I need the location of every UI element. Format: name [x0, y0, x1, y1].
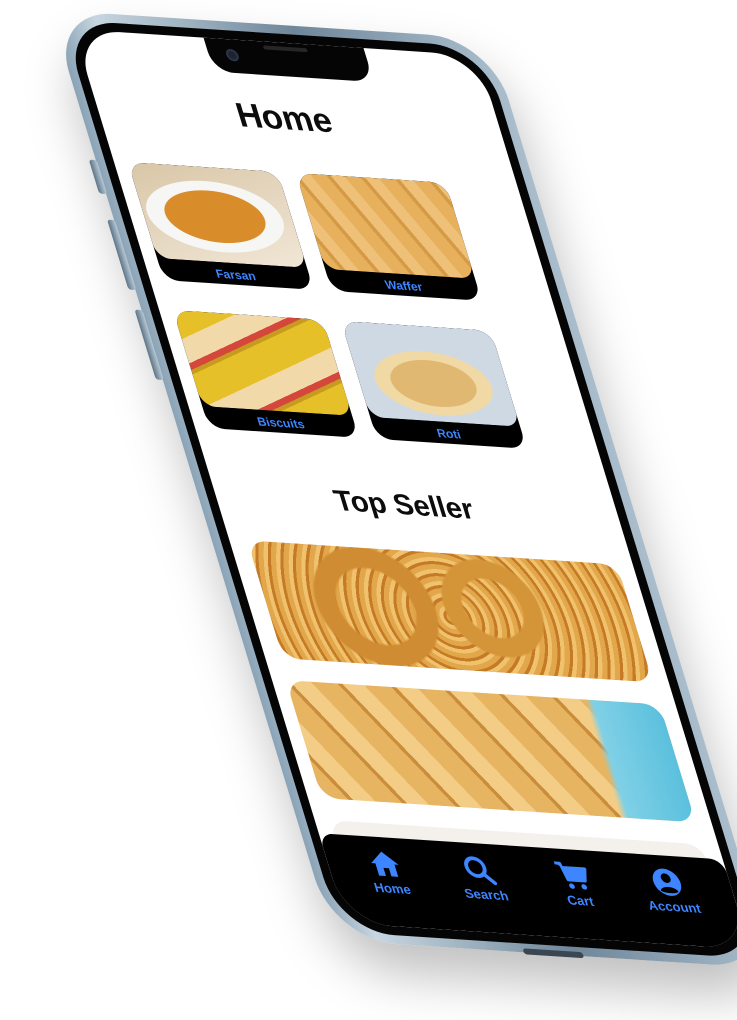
category-card-waffer[interactable]: Waffer	[295, 173, 482, 301]
category-card-biscuits[interactable]: Biscuits	[172, 310, 359, 438]
nav-item-account[interactable]: Account	[622, 865, 716, 917]
nav-label: Account	[646, 897, 703, 916]
phone-body: Home Farsan Waffer Biscuits Roti Top Sel…	[50, 10, 737, 969]
top-seller-item[interactable]	[247, 540, 654, 683]
phone-frame: Home Farsan Waffer Biscuits Roti Top Sel…	[50, 10, 737, 969]
nav-item-home[interactable]: Home	[340, 846, 434, 898]
roti-image	[340, 321, 521, 427]
phone-mockup: Home Farsan Waffer Biscuits Roti Top Sel…	[0, 0, 737, 1020]
page-title: Home	[231, 96, 338, 141]
waffer-image	[295, 173, 476, 279]
home-icon	[371, 851, 399, 877]
section-title-top-seller: Top Seller	[330, 484, 478, 526]
nav-label: Cart	[565, 892, 596, 910]
nav-item-cart[interactable]: Cart	[528, 859, 622, 911]
top-seller-item[interactable]	[285, 680, 696, 823]
charging-port	[522, 948, 585, 959]
cart-icon	[553, 861, 588, 890]
front-camera	[224, 48, 241, 62]
search-icon	[464, 856, 498, 886]
category-card-roti[interactable]: Roti	[340, 321, 527, 449]
farsan-image	[127, 162, 308, 268]
biscuits-image	[172, 310, 353, 416]
earpiece-speaker	[262, 45, 308, 53]
side-button	[88, 159, 108, 195]
nav-label: Home	[372, 879, 413, 898]
account-icon	[652, 868, 682, 896]
nav-item-search[interactable]: Search	[434, 852, 528, 904]
app-screen: Home Farsan Waffer Biscuits Roti Top Sel…	[73, 29, 737, 950]
category-card-farsan[interactable]: Farsan	[127, 162, 314, 290]
nav-label: Search	[462, 885, 511, 904]
